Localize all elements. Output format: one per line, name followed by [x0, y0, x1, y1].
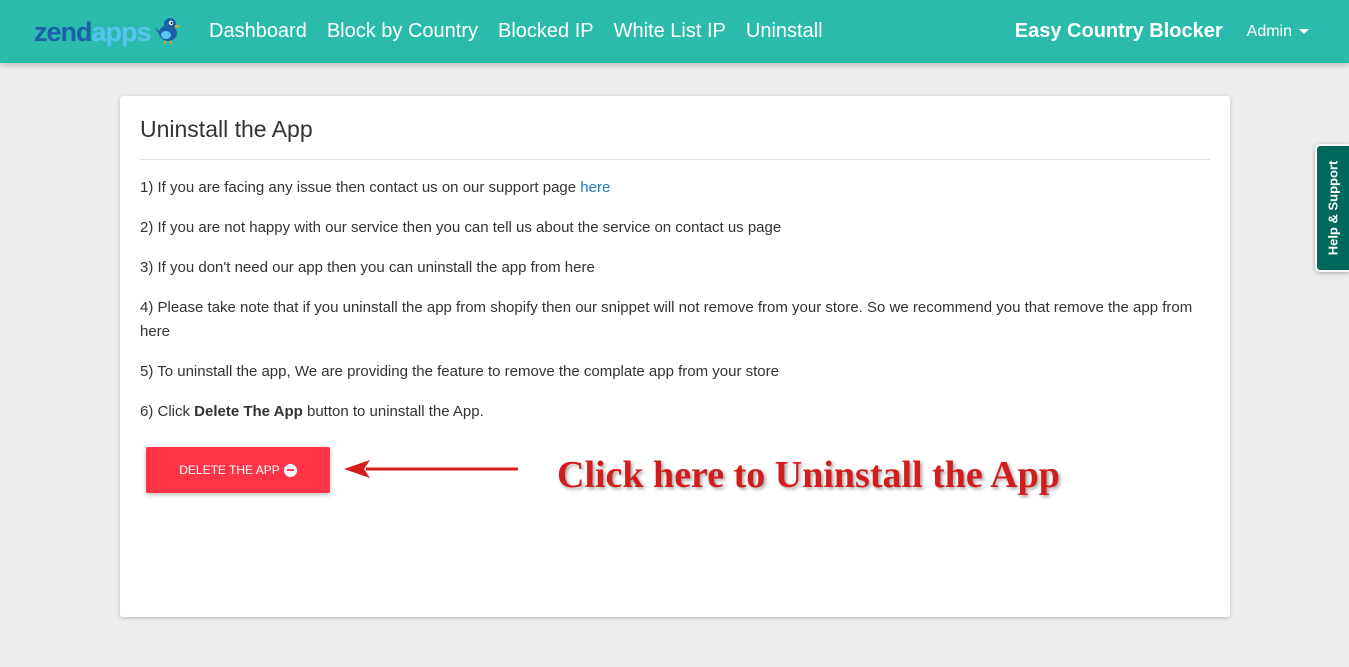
caret-down-icon — [1299, 29, 1309, 34]
minus-circle-icon — [283, 463, 297, 477]
annotation-text: Click here to Uninstall the App — [557, 454, 1060, 496]
bird-logo-icon — [153, 18, 181, 45]
help-support-label: Help & Support — [1325, 160, 1341, 256]
nav-dashboard[interactable]: Dashboard — [209, 20, 307, 43]
brand-logo[interactable]: zendapps — [34, 12, 183, 52]
delete-app-label: DELETE THE APP — [179, 463, 280, 477]
step-1-text: 1) If you are facing any issue then cont… — [140, 179, 581, 196]
nav-uninstall[interactable]: Uninstall — [746, 20, 823, 43]
admin-dropdown[interactable]: Admin — [1247, 23, 1309, 41]
admin-label: Admin — [1246, 22, 1292, 40]
nav-links: Dashboard Block by Country Blocked IP Wh… — [209, 0, 843, 63]
step-6-post: button to uninstall the App. — [302, 403, 484, 420]
support-page-link[interactable]: here — [580, 179, 610, 196]
brand-apps: apps — [91, 16, 152, 47]
delete-app-button[interactable]: DELETE THE APP — [146, 447, 330, 493]
brand-zend: zend — [34, 16, 93, 47]
app-name: Easy Country Blocker — [1014, 20, 1223, 42]
nav-right: Easy Country Blocker Admin — [1015, 0, 1309, 63]
step-6-pre: 6) Click — [140, 403, 195, 420]
top-navbar: zendapps Dashboard Block by Country Bloc… — [0, 0, 1349, 63]
uninstall-card: Uninstall the App 1) If you are facing a… — [120, 96, 1230, 617]
nav-blocked-ip[interactable]: Blocked IP — [498, 20, 594, 43]
step-6-bold: Delete The App — [194, 403, 303, 420]
step-5: 5) To uninstall the app, We are providin… — [140, 363, 779, 380]
help-support-tab[interactable]: Help & Support — [1315, 144, 1349, 272]
nav-block-by-country[interactable]: Block by Country — [327, 20, 478, 43]
nav-white-list-ip[interactable]: White List IP — [614, 20, 726, 43]
step-1: 1) If you are facing any issue then cont… — [140, 176, 1210, 200]
step-3: 3) If you don't need our app then you ca… — [140, 259, 595, 276]
brand-text: zendapps — [34, 16, 152, 48]
step-4: 4) Please take note that if you uninstal… — [140, 299, 1193, 340]
arrow-left-icon — [344, 460, 518, 478]
page-title: Uninstall the App — [140, 116, 1210, 160]
step-2: 2) If you are not happy with our service… — [140, 219, 782, 236]
step-6: 6) Click Delete The App button to uninst… — [140, 400, 1210, 424]
